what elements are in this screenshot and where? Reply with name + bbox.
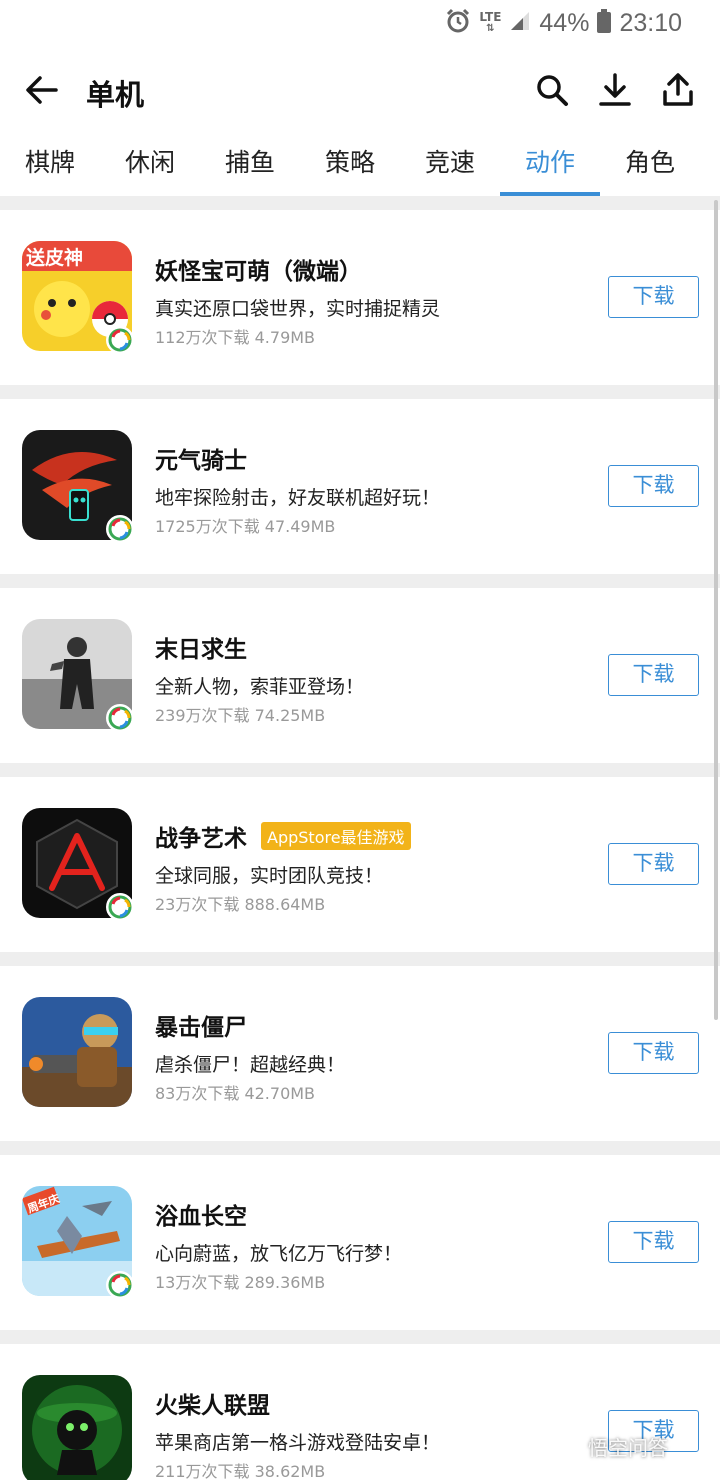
- app-description: 全新人物，索菲亚登场！: [155, 676, 365, 698]
- app-meta: 13万次下载 289.36MB: [155, 1273, 326, 1292]
- category-tabs: 棋牌 休闲 捕鱼 策略 竞速 动作 角色: [0, 136, 720, 196]
- battery-icon: [597, 9, 612, 37]
- download-button[interactable]: 下载: [608, 1221, 699, 1263]
- download-icon[interactable]: [597, 72, 633, 108]
- status-bar: LTE ⇅ 44% 23:10: [0, 0, 720, 46]
- clock: 23:10: [619, 8, 682, 37]
- download-button[interactable]: 下载: [608, 654, 699, 696]
- app-name: 末日求生: [155, 637, 247, 663]
- download-button[interactable]: 下载: [608, 1032, 699, 1074]
- list-item[interactable]: 战争艺术 AppStore最佳游戏 全球同服，实时团队竞技！ 23万次下载 888…: [0, 777, 720, 952]
- app-bar: 单机: [0, 46, 720, 136]
- tab-celue[interactable]: 策略: [300, 136, 400, 196]
- battery-percent: 44%: [539, 8, 590, 37]
- tab-buyu[interactable]: 捕鱼: [200, 136, 300, 196]
- app-icon[interactable]: [22, 1375, 132, 1480]
- tab-dongzuo[interactable]: 动作: [500, 136, 600, 196]
- tab-xiuxian[interactable]: 休闲: [100, 136, 200, 196]
- app-description: 苹果商店第一格斗游戏登陆安卓！: [155, 1432, 441, 1454]
- app-meta: 1725万次下载 47.49MB: [155, 517, 336, 536]
- qq-game-badge-icon: [106, 704, 134, 732]
- watermark-text: 悟空问答: [588, 1436, 668, 1460]
- app-name: 暴击僵尸: [155, 1015, 247, 1041]
- list-item[interactable]: 元气骑士 地牢探险射击，好友联机超好玩！ 1725万次下载 47.49MB 下载: [0, 399, 720, 574]
- page-title: 单机: [86, 78, 145, 112]
- app-name: 浴血长空: [155, 1204, 247, 1230]
- app-meta: 83万次下载 42.70MB: [155, 1084, 316, 1103]
- app-name-text: 战争艺术: [155, 826, 247, 852]
- list-item[interactable]: 暴击僵尸 虐杀僵尸！超越经典！ 83万次下载 42.70MB 下载: [0, 966, 720, 1141]
- icon-caption: 送皮神: [26, 246, 83, 269]
- app-meta: 23万次下载 888.64MB: [155, 895, 326, 914]
- search-icon[interactable]: [534, 72, 570, 108]
- scrollbar[interactable]: [714, 200, 718, 1020]
- list-item[interactable]: 末日求生 全新人物，索菲亚登场！ 239万次下载 74.25MB 下载: [0, 588, 720, 763]
- app-name: 火柴人联盟: [155, 1393, 270, 1419]
- tab-qipai[interactable]: 棋牌: [0, 136, 100, 196]
- signal-icon: [509, 10, 531, 36]
- lte-indicator: LTE ⇅: [479, 10, 502, 34]
- upload-icon[interactable]: [660, 72, 696, 108]
- app-name: 元气骑士: [155, 448, 247, 474]
- back-arrow-icon[interactable]: [24, 72, 60, 108]
- app-meta: 239万次下载 74.25MB: [155, 706, 326, 725]
- app-list: 送皮神 妖怪宝可萌（微端） 真实还原口袋世界，实时捕捉精灵 112万次下载 4.…: [0, 210, 720, 1480]
- list-item[interactable]: 周年庆 浴血长空 心向蔚蓝，放飞亿万飞行梦！ 13万次下载 289.36MB 下…: [0, 1155, 720, 1330]
- network-type: LTE: [479, 10, 502, 24]
- app-description: 地牢探险射击，好友联机超好玩！: [155, 487, 441, 509]
- download-button[interactable]: 下载: [608, 465, 699, 507]
- list-item[interactable]: 送皮神 妖怪宝可萌（微端） 真实还原口袋世界，实时捕捉精灵 112万次下载 4.…: [0, 210, 720, 385]
- app-description: 心向蔚蓝，放飞亿万飞行梦！: [155, 1243, 403, 1265]
- watermark: 悟空问答: [560, 1432, 668, 1461]
- app-meta: 211万次下载 38.62MB: [155, 1462, 326, 1480]
- app-description: 真实还原口袋世界，实时捕捉精灵: [155, 298, 441, 320]
- app-description: 虐杀僵尸！超越经典！: [155, 1054, 346, 1076]
- qq-game-badge-icon: [106, 893, 134, 921]
- qq-game-badge-icon: [106, 326, 134, 354]
- qq-game-badge-icon: [106, 515, 134, 543]
- tab-juese[interactable]: 角色: [600, 136, 700, 196]
- tab-jingsu[interactable]: 竞速: [400, 136, 500, 196]
- watermark-logo-icon: [560, 1433, 582, 1460]
- status-icons: LTE ⇅ 44% 23:10: [445, 6, 682, 40]
- app-description: 全球同服，实时团队竞技！: [155, 865, 384, 887]
- alarm-icon: [445, 8, 471, 38]
- app-icon[interactable]: [22, 997, 132, 1107]
- award-badge: AppStore最佳游戏: [261, 822, 411, 850]
- app-meta: 112万次下载 4.79MB: [155, 328, 316, 347]
- app-name: 妖怪宝可萌（微端）: [155, 259, 362, 285]
- qq-game-badge-icon: [106, 1271, 134, 1299]
- download-button[interactable]: 下载: [608, 843, 699, 885]
- app-name: 战争艺术 AppStore最佳游戏: [155, 819, 411, 853]
- download-button[interactable]: 下载: [608, 276, 699, 318]
